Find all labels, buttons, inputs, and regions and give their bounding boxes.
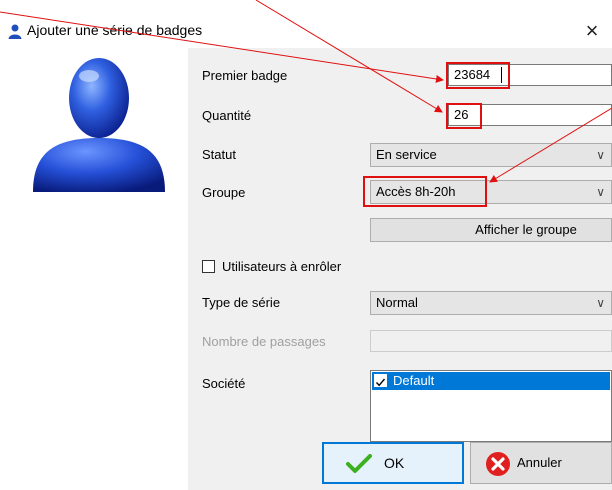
- type-serie-value: Normal: [376, 295, 418, 310]
- statut-select[interactable]: En service ∨: [370, 143, 612, 167]
- chevron-down-icon: ∨: [596, 148, 605, 162]
- societe-label: Société: [202, 376, 246, 391]
- list-item-label: Default: [393, 373, 435, 388]
- dialog-body: Premier badge 23684 Quantité 26 Statut E…: [0, 48, 612, 490]
- premier-badge-input[interactable]: 23684: [448, 64, 612, 86]
- checkmark-icon: [346, 454, 372, 473]
- premier-badge-label: Premier badge: [202, 68, 288, 83]
- quantite-input[interactable]: 26: [448, 104, 612, 126]
- check-icon: [375, 378, 386, 387]
- societe-list[interactable]: Default: [370, 370, 612, 442]
- avatar: [33, 58, 165, 192]
- window-title: Ajouter une série de badges: [27, 22, 203, 38]
- annuler-button[interactable]: Annuler: [470, 442, 612, 484]
- user-icon: [8, 24, 22, 39]
- cancel-icon: [486, 452, 510, 476]
- afficher-groupe-button[interactable]: Afficher le groupe: [370, 218, 612, 242]
- chevron-down-icon: ∨: [596, 185, 605, 199]
- ok-label: OK: [384, 455, 405, 471]
- statut-value: En service: [376, 147, 437, 162]
- list-item[interactable]: Default: [372, 372, 610, 390]
- utilisateurs-label: Utilisateurs à enrôler: [222, 259, 342, 274]
- checkbox-checked[interactable]: [374, 374, 387, 387]
- nombre-passages-label: Nombre de passages: [202, 334, 326, 349]
- chevron-down-icon: ∨: [596, 296, 605, 310]
- avatar-panel: [0, 48, 188, 490]
- ok-button[interactable]: OK: [322, 442, 464, 484]
- quantite-label: Quantité: [202, 108, 252, 123]
- groupe-label: Groupe: [202, 185, 246, 200]
- groupe-select[interactable]: Accès 8h-20h ∨: [370, 180, 612, 204]
- annuler-label: Annuler: [517, 455, 562, 470]
- groupe-value: Accès 8h-20h: [376, 184, 456, 199]
- nombre-passages-input[interactable]: [370, 330, 612, 352]
- type-serie-label: Type de série: [202, 295, 281, 310]
- text-caret: [501, 67, 502, 83]
- type-serie-select[interactable]: Normal ∨: [370, 291, 612, 315]
- title-bar: Ajouter une série de badges ×: [0, 14, 612, 48]
- statut-label: Statut: [202, 147, 236, 162]
- close-button[interactable]: ×: [572, 14, 612, 48]
- utilisateurs-checkbox[interactable]: [202, 260, 215, 273]
